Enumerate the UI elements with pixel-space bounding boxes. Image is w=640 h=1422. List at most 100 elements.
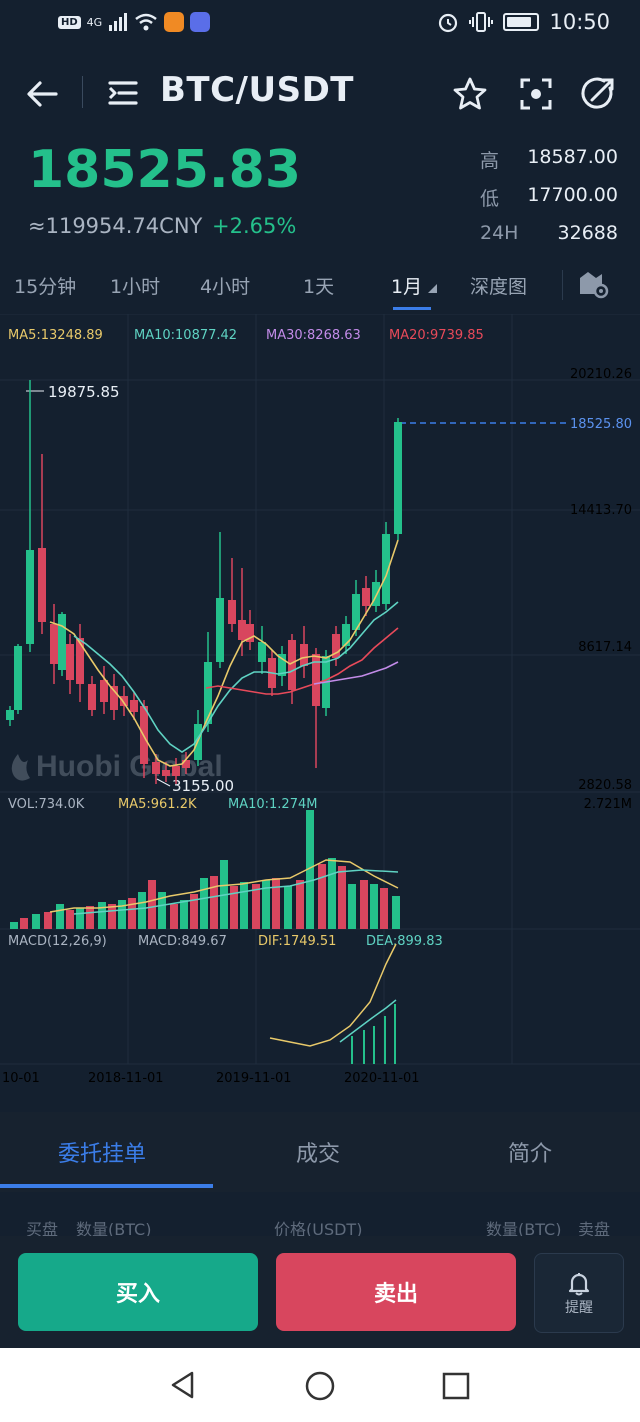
volume-bar	[138, 892, 146, 929]
candle-body	[238, 620, 246, 640]
tab-trades[interactable]: 成交	[296, 1136, 340, 1168]
volume-bar	[272, 878, 280, 929]
tab-1hour[interactable]: 1小时	[110, 272, 160, 299]
candle-body	[182, 760, 190, 768]
tab-15min[interactable]: 15分钟	[14, 272, 76, 299]
volume-bar	[118, 900, 126, 929]
tab-1day[interactable]: 1天	[303, 272, 334, 299]
volume-bar	[86, 906, 94, 929]
candle-body	[362, 588, 370, 606]
candle-body	[26, 550, 34, 644]
volume-bar	[210, 876, 218, 929]
action-bar: 买入 卖出 提醒	[0, 1236, 640, 1348]
battery-icon	[503, 13, 540, 31]
candle-body	[394, 422, 402, 534]
tab-depth[interactable]: 深度图	[470, 272, 527, 299]
candle-body	[38, 548, 46, 622]
sell-button[interactable]: 卖出	[276, 1253, 516, 1331]
y-label-bottom: 2820.58	[578, 778, 632, 793]
ma10-label: MA10:10877.42	[134, 328, 237, 343]
volume-bar	[284, 886, 292, 929]
tab-dropdown-icon	[428, 284, 438, 293]
share-icon[interactable]	[578, 74, 618, 114]
pair-title[interactable]: BTC/USDT	[160, 70, 354, 110]
volume-bars	[10, 810, 400, 929]
candle-body	[204, 662, 212, 724]
y-label-last: 18525.80	[570, 417, 632, 432]
candle-body	[88, 684, 96, 710]
ma5-label: MA5:13248.89	[8, 328, 103, 343]
nav-back-icon[interactable]	[168, 1370, 198, 1400]
candle-body	[66, 644, 74, 680]
status-left: HD 4G	[58, 12, 211, 32]
header-divider	[82, 76, 83, 108]
volume-bar	[44, 912, 52, 929]
volume-bar	[200, 878, 208, 929]
pair-menu-icon[interactable]	[106, 76, 140, 110]
alarm-icon	[439, 13, 458, 33]
tab-4hour[interactable]: 4小时	[200, 272, 250, 299]
volume-bar	[318, 864, 326, 929]
volume-bar	[148, 880, 156, 929]
candle-body	[76, 638, 84, 684]
ma30-label: MA30:8268.63	[266, 328, 361, 343]
volume-ma5-label: MA5:961.2K	[118, 797, 197, 812]
high-value: 18587.00	[527, 146, 618, 168]
x-label-2: 2019-11-01	[216, 1071, 292, 1086]
volume-bar	[328, 858, 336, 929]
active-tab-indicator	[393, 307, 431, 310]
candle-body	[58, 614, 66, 670]
min-price-label: 3155.00	[172, 777, 234, 795]
volume-bar	[170, 904, 178, 929]
order-tabs: 委托挂单 成交 简介	[0, 1112, 640, 1192]
volume-bar	[370, 884, 378, 929]
tab-open-orders[interactable]: 委托挂单	[58, 1136, 146, 1168]
candle-body	[6, 710, 14, 720]
volume-bar	[56, 904, 64, 929]
chart-settings-icon[interactable]	[578, 268, 610, 300]
star-icon[interactable]	[450, 74, 490, 114]
volume-bar	[360, 880, 368, 929]
tab-1month[interactable]: 1月	[391, 272, 438, 299]
candle-body	[14, 646, 22, 710]
candle-body	[342, 624, 350, 646]
volume-bar	[392, 896, 400, 929]
kline-chart-svg: Huobi Global MA5:13248.89 MA10:10877.42 …	[0, 313, 640, 1086]
volume-bar	[128, 898, 136, 929]
high-label: 高	[480, 150, 500, 172]
volume-bar	[338, 866, 346, 929]
volume-bar	[32, 914, 40, 929]
tab-intro[interactable]: 简介	[508, 1136, 552, 1168]
nav-recents-icon[interactable]	[442, 1372, 470, 1400]
candle-body	[162, 770, 170, 776]
screenshot-icon[interactable]	[516, 74, 556, 114]
candle-body	[216, 598, 224, 662]
macd-dif: DIF:1749.51	[258, 934, 336, 949]
alert-label: 提醒	[565, 1300, 593, 1316]
volume-bar	[380, 888, 388, 929]
nav-home-icon[interactable]	[304, 1370, 336, 1402]
candlesticks	[6, 380, 402, 784]
candle-body	[300, 644, 308, 666]
kline-chart[interactable]: Huobi Global MA5:13248.89 MA10:10877.42 …	[0, 313, 640, 1094]
wifi-icon	[135, 13, 157, 31]
network-label: 4G	[86, 15, 103, 29]
buy-button[interactable]: 买入	[18, 1253, 258, 1331]
clock: 10:50	[549, 10, 610, 34]
system-nav-bar	[0, 1348, 640, 1422]
candle-body	[50, 624, 58, 664]
alert-button[interactable]: 提醒	[534, 1253, 624, 1333]
volume-max-label: 2.721M	[584, 797, 632, 812]
y-label-3: 14413.70	[570, 503, 632, 518]
volume-bar	[296, 880, 304, 929]
volume-bar	[180, 900, 188, 929]
macd-histogram	[351, 1004, 396, 1064]
x-label-3: 2020-11-01	[344, 1071, 420, 1086]
candle-body	[100, 680, 108, 702]
macd-dea: DEA:899.83	[366, 934, 443, 949]
vibrate-icon	[469, 12, 494, 32]
volume-value: 32688	[557, 222, 618, 244]
back-arrow-icon[interactable]	[22, 74, 62, 114]
candle-body	[130, 700, 138, 712]
tab-divider	[562, 270, 563, 300]
